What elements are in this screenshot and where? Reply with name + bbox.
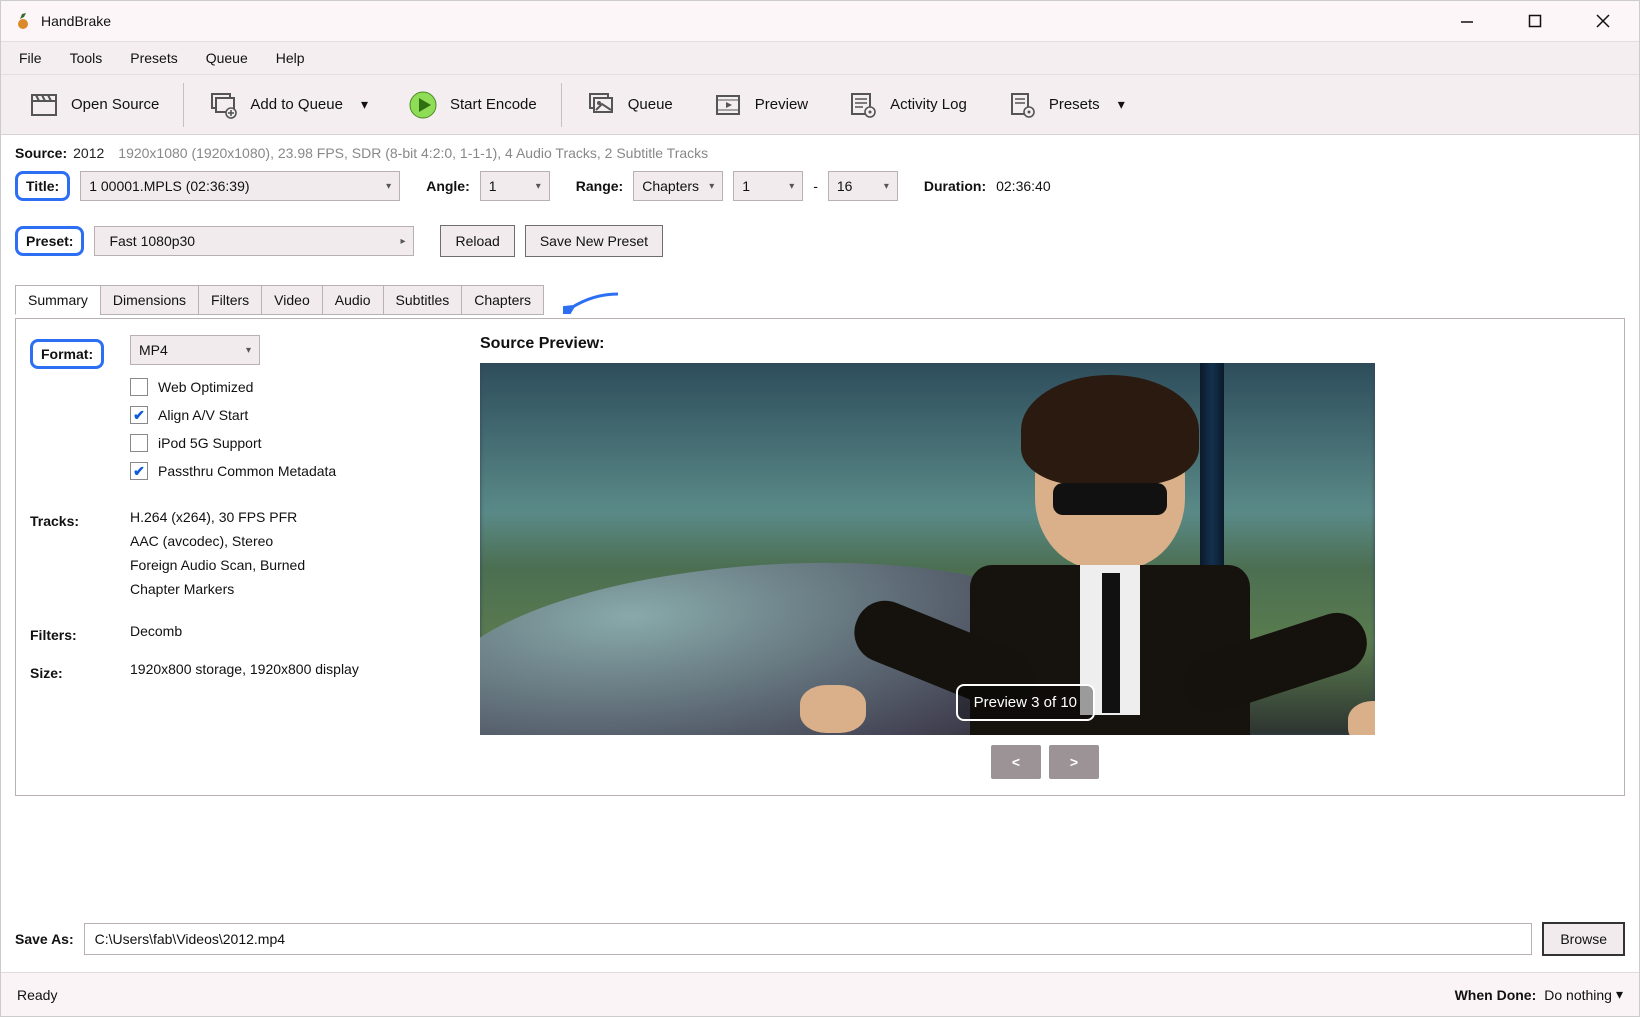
presets-button[interactable]: Presets ▾: [997, 84, 1135, 126]
range-from-select[interactable]: 1▾: [733, 171, 803, 201]
tab-subtitles[interactable]: Subtitles: [383, 285, 463, 315]
menu-tools[interactable]: Tools: [56, 44, 117, 72]
menu-file[interactable]: File: [5, 44, 56, 72]
angle-select[interactable]: 1▾: [480, 171, 550, 201]
track-line: H.264 (x264), 30 FPS PFR: [130, 509, 450, 525]
reload-button[interactable]: Reload: [440, 225, 514, 257]
preview-button[interactable]: Preview: [703, 84, 818, 126]
tab-dimensions[interactable]: Dimensions: [100, 285, 199, 315]
menu-queue[interactable]: Queue: [192, 44, 262, 72]
queue-button[interactable]: Queue: [576, 84, 683, 126]
toolbar-divider: [183, 83, 184, 127]
source-detail: 1920x1080 (1920x1080), 23.98 FPS, SDR (8…: [118, 145, 708, 161]
checkbox-icon: ✔: [130, 406, 148, 424]
align-av-checkbox[interactable]: ✔Align A/V Start: [130, 401, 450, 429]
range-to-select[interactable]: 16▾: [828, 171, 898, 201]
toolbar-divider: [561, 83, 562, 127]
annotation-arrow-icon: [563, 290, 623, 314]
chevron-down-icon[interactable]: ▾: [361, 96, 368, 113]
preset-select[interactable]: Fast 1080p30▸: [94, 226, 414, 256]
source-name: 2012: [73, 145, 104, 161]
toolbar: Open Source Add to Queue ▾ Start Encode: [1, 75, 1639, 135]
track-line: Chapter Markers: [130, 581, 450, 597]
app-icon: [13, 11, 33, 31]
size-label: Size:: [30, 661, 130, 681]
document-gear-icon: [1007, 90, 1037, 120]
checkbox-icon: ✔: [130, 462, 148, 480]
title-select[interactable]: 1 00001.MPLS (02:36:39)▾: [80, 171, 400, 201]
preview-next-button[interactable]: >: [1049, 745, 1099, 779]
filmstrip-play-icon: [713, 90, 743, 120]
filters-label: Filters:: [30, 623, 130, 643]
menu-presets[interactable]: Presets: [116, 44, 191, 72]
passthru-meta-checkbox[interactable]: ✔Passthru Common Metadata: [130, 457, 450, 485]
open-source-button[interactable]: Open Source: [19, 84, 169, 126]
tab-filters[interactable]: Filters: [198, 285, 262, 315]
tab-chapters[interactable]: Chapters: [461, 285, 544, 315]
tabbar: Summary Dimensions Filters Video Audio S…: [15, 285, 543, 315]
format-select[interactable]: MP4▾: [130, 335, 260, 365]
preset-label: Preset:: [15, 226, 84, 256]
when-done-select[interactable]: Do nothing▾: [1544, 986, 1623, 1003]
image-stack-plus-icon: [208, 90, 238, 120]
tab-audio[interactable]: Audio: [322, 285, 384, 315]
save-as-input[interactable]: C:\Users\fab\Videos\2012.mp4: [84, 923, 1533, 955]
play-icon: [408, 90, 438, 120]
preview-prev-button[interactable]: <: [991, 745, 1041, 779]
maximize-button[interactable]: [1519, 5, 1551, 37]
tab-video[interactable]: Video: [261, 285, 323, 315]
title-label: Title:: [15, 171, 70, 201]
preview-counter: Preview 3 of 10: [956, 684, 1095, 721]
tab-summary[interactable]: Summary: [15, 285, 101, 315]
tracks-label: Tracks:: [30, 509, 130, 529]
checkbox-icon: [130, 378, 148, 396]
range-sep: -: [803, 178, 828, 194]
browse-button[interactable]: Browse: [1542, 922, 1625, 956]
titlebar: HandBrake: [1, 1, 1639, 41]
duration-label: Duration:: [924, 178, 986, 194]
save-as-label: Save As:: [15, 931, 74, 947]
activity-log-button[interactable]: Activity Log: [838, 84, 977, 126]
source-label: Source:: [15, 145, 67, 161]
log-gear-icon: [848, 90, 878, 120]
preview-title: Source Preview:: [480, 335, 1610, 353]
source-row: Source: 2012 1920x1080 (1920x1080), 23.9…: [15, 145, 1625, 161]
add-to-queue-button[interactable]: Add to Queue ▾: [198, 84, 378, 126]
chevron-down-icon[interactable]: ▾: [1118, 96, 1125, 113]
when-done-label: When Done:: [1455, 987, 1537, 1003]
image-stack-icon: [586, 90, 616, 120]
angle-label: Angle:: [426, 178, 470, 194]
range-label: Range:: [576, 178, 623, 194]
ipod5g-checkbox[interactable]: iPod 5G Support: [130, 429, 450, 457]
status-bar: Ready When Done: Do nothing▾: [1, 972, 1639, 1016]
track-line: Foreign Audio Scan, Burned: [130, 557, 450, 573]
range-type-select[interactable]: Chapters▾: [633, 171, 723, 201]
source-preview-image: Preview 3 of 10: [480, 363, 1375, 735]
save-new-preset-button[interactable]: Save New Preset: [525, 225, 663, 257]
close-button[interactable]: [1587, 5, 1619, 37]
app-title: HandBrake: [41, 13, 111, 29]
start-encode-button[interactable]: Start Encode: [398, 84, 547, 126]
track-line: AAC (avcodec), Stereo: [130, 533, 450, 549]
minimize-button[interactable]: [1451, 5, 1483, 37]
duration-value: 02:36:40: [996, 178, 1051, 194]
clapper-icon: [29, 90, 59, 120]
web-optimized-checkbox[interactable]: Web Optimized: [130, 373, 450, 401]
status-text: Ready: [17, 987, 1455, 1003]
menubar: File Tools Presets Queue Help: [1, 41, 1639, 75]
filters-value: Decomb: [130, 623, 450, 639]
menu-help[interactable]: Help: [262, 44, 319, 72]
size-value: 1920x800 storage, 1920x800 display: [130, 661, 450, 677]
checkbox-icon: [130, 434, 148, 452]
format-label: Format:: [30, 339, 104, 369]
